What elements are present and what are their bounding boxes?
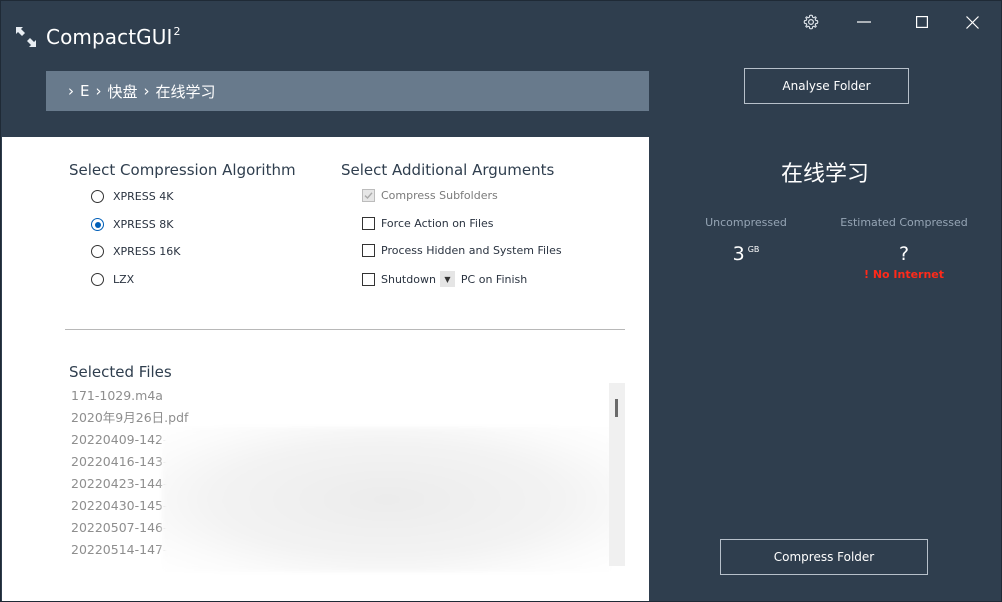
radio-xpress-4k[interactable]: XPRESS 4K bbox=[91, 190, 173, 203]
compress-folder-button[interactable]: Compress Folder bbox=[720, 539, 928, 575]
checkbox-label: Force Action on Files bbox=[381, 217, 494, 230]
uncompressed-unit: GB bbox=[747, 245, 760, 254]
checkbox-force-action[interactable]: Force Action on Files bbox=[362, 217, 494, 230]
checkbox-checked-disabled bbox=[362, 189, 375, 202]
radio-xpress-16k[interactable]: XPRESS 16K bbox=[91, 245, 180, 258]
radio-lzx[interactable]: LZX bbox=[91, 273, 134, 286]
chevron-right-icon: › bbox=[68, 82, 74, 100]
shutdown-suffix-label: PC on Finish bbox=[460, 272, 528, 286]
chevron-right-icon: › bbox=[95, 82, 102, 100]
selected-files-title: Selected Files bbox=[69, 363, 172, 381]
divider bbox=[65, 329, 625, 330]
options-panel: Select Compression Algorithm XPRESS 4K X… bbox=[2, 137, 649, 601]
analyse-folder-button[interactable]: Analyse Folder bbox=[744, 68, 909, 104]
app-title: CompactGUI2 bbox=[46, 25, 181, 49]
radio-label: XPRESS 4K bbox=[113, 190, 174, 203]
radio-button[interactable] bbox=[91, 245, 104, 258]
checkbox-compress-subfolders: Compress Subfolders bbox=[362, 189, 498, 202]
checkbox-shutdown[interactable]: Shutdown ▼ PC on Finish bbox=[362, 271, 527, 287]
maximize-button[interactable] bbox=[907, 7, 937, 37]
maximize-icon bbox=[916, 16, 928, 28]
uncompressed-value: 3 GB bbox=[691, 243, 801, 265]
folder-name: 在线学习 bbox=[780, 162, 869, 187]
minimize-button[interactable] bbox=[849, 7, 879, 37]
uncompressed-label: Uncompressed bbox=[705, 216, 787, 229]
checkbox[interactable] bbox=[362, 244, 375, 257]
breadcrumb: › E › 快盘 › 在线学习 bbox=[46, 71, 649, 111]
radio-xpress-8k[interactable]: XPRESS 8K bbox=[91, 218, 173, 231]
radio-button[interactable] bbox=[91, 273, 104, 286]
checkbox[interactable] bbox=[362, 272, 375, 286]
file-list-scrollbar[interactable] bbox=[609, 383, 625, 566]
redacted-blur-region bbox=[162, 427, 612, 572]
radio-label: LZX bbox=[113, 273, 135, 286]
settings-button[interactable] bbox=[796, 7, 826, 37]
radio-label: XPRESS 16K bbox=[113, 245, 181, 258]
minimize-icon bbox=[857, 15, 871, 29]
compression-title: Select Compression Algorithm bbox=[69, 161, 296, 179]
radio-button[interactable] bbox=[91, 190, 104, 203]
gear-icon bbox=[803, 14, 819, 30]
checkbox[interactable] bbox=[362, 217, 375, 230]
estimated-compressed-value: ? bbox=[898, 243, 910, 265]
breadcrumb-item[interactable]: 在线学习 bbox=[156, 81, 216, 102]
caret-down-icon: ▼ bbox=[444, 274, 451, 284]
compactgui-logo-icon bbox=[15, 26, 37, 48]
breadcrumb-item[interactable]: E bbox=[80, 82, 89, 100]
chevron-right-icon: › bbox=[143, 82, 150, 100]
shutdown-mode-dropdown[interactable]: ▼ bbox=[439, 271, 455, 287]
list-item: 171-1029.m4a bbox=[71, 388, 163, 403]
breadcrumb-item[interactable]: 快盘 bbox=[107, 81, 137, 102]
list-item: 2020年9月26日.pdf bbox=[71, 410, 189, 425]
app-window: CompactGUI2 › E › 快盘 › 在线学习 Analyse Fold… bbox=[0, 0, 1002, 602]
checkbox-label: Compress Subfolders bbox=[381, 189, 498, 202]
arguments-title: Select Additional Arguments bbox=[341, 161, 555, 179]
uncompressed-number: 3 bbox=[732, 243, 745, 265]
radio-button-selected[interactable] bbox=[91, 218, 104, 231]
checkbox-process-hidden[interactable]: Process Hidden and System Files bbox=[362, 244, 562, 257]
app-title-sup: 2 bbox=[173, 25, 181, 38]
shutdown-label: Shutdown bbox=[381, 272, 436, 286]
scrollbar-thumb[interactable] bbox=[615, 399, 618, 417]
radio-label: XPRESS 8K bbox=[113, 218, 174, 231]
app-title-text: CompactGUI bbox=[46, 25, 173, 49]
close-icon bbox=[965, 15, 979, 29]
checkbox-label: Process Hidden and System Files bbox=[381, 244, 562, 257]
close-button[interactable] bbox=[957, 7, 987, 37]
no-internet-warning: ! No Internet bbox=[863, 268, 945, 281]
estimated-compressed-label: Estimated Compressed bbox=[840, 216, 968, 229]
